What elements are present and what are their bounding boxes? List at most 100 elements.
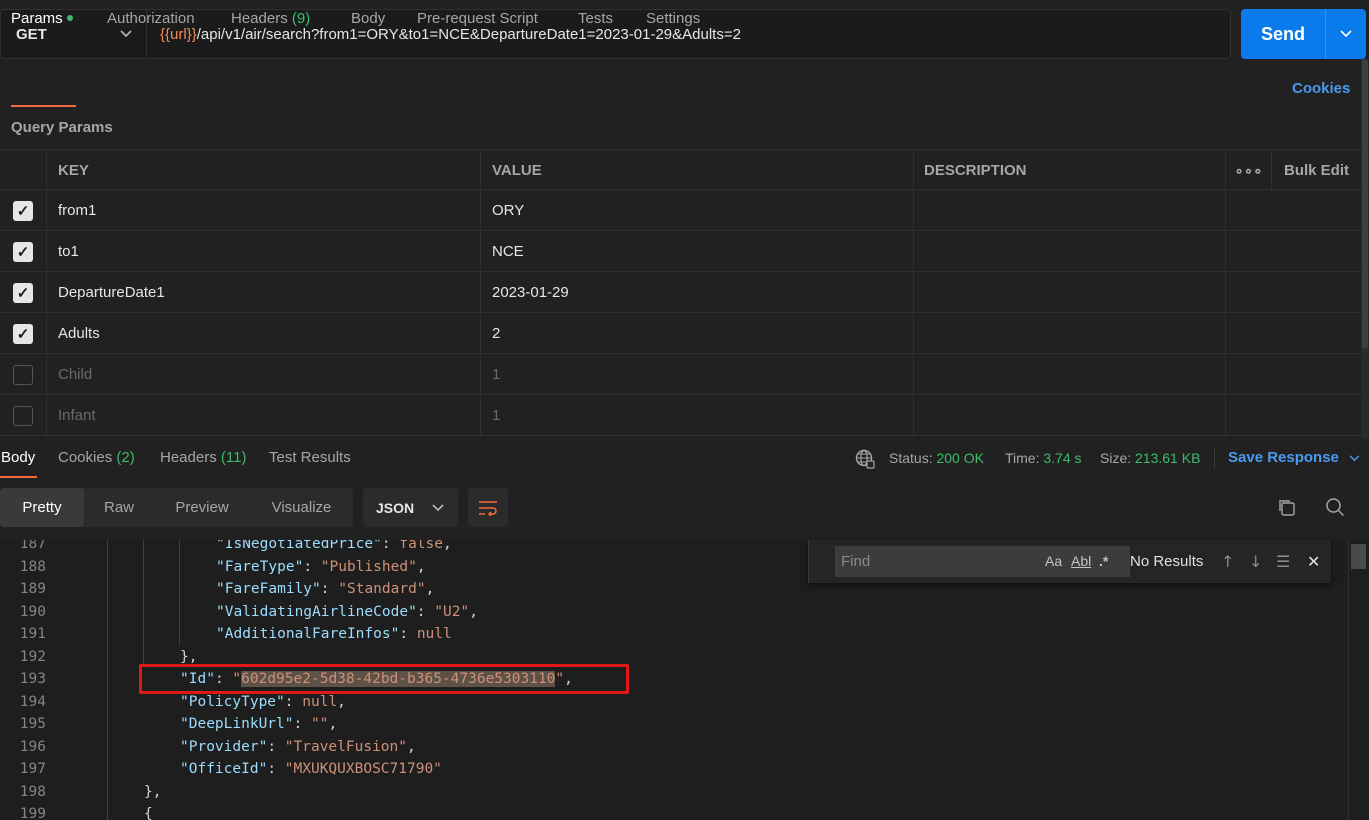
code-punct: }, (180, 648, 198, 665)
param-checkbox[interactable] (13, 364, 33, 385)
search-icon[interactable] (1325, 497, 1345, 517)
param-checkbox[interactable]: ✓ (13, 323, 33, 344)
view-visualize[interactable]: Visualize (250, 488, 353, 527)
response-tab-body[interactable]: Body (1, 438, 35, 478)
tab-settings[interactable]: Settings (646, 0, 700, 38)
response-tab-cookies[interactable]: Cookies (2) (58, 438, 135, 478)
globe-icon[interactable] (855, 449, 875, 469)
param-description[interactable] (914, 395, 1226, 436)
line-number: 190 (19, 603, 46, 620)
format-label: JSON (376, 499, 415, 516)
code-text: "ValidatingAirlineCode": "U2", (216, 603, 478, 620)
code-text: { (144, 803, 153, 820)
code-text: "Provider": "TravelFusion", (180, 738, 416, 755)
response-tab-headers[interactable]: Headers (11) (160, 438, 246, 478)
json-key: DeepLinkUrl (188, 716, 285, 732)
json-key: AdditionalFareInfos (224, 626, 391, 642)
match-case-icon[interactable]: Aa (1045, 546, 1062, 577)
json-key: OfficeId (188, 761, 259, 777)
params-indicator-dot (66, 15, 73, 22)
format-select[interactable]: JSON (363, 488, 458, 527)
time-indicator: Time: 3.74 s (1005, 438, 1082, 478)
view-pretty[interactable]: Pretty (0, 488, 84, 527)
find-widget: Find Aa Abl .* No Results ↑ ↓ ☰ ✕ (808, 540, 1331, 583)
param-description[interactable] (914, 231, 1226, 272)
wrap-lines-icon (479, 500, 497, 516)
whole-word-icon[interactable]: Abl (1071, 546, 1091, 577)
view-raw[interactable]: Raw (84, 488, 154, 527)
param-checkbox[interactable]: ✓ (13, 200, 33, 221)
param-key[interactable]: from1 (47, 190, 481, 231)
scrollbar-thumb[interactable] (1362, 59, 1368, 349)
tab-headers[interactable]: Headers (9) (231, 0, 310, 38)
param-value[interactable]: 1 (481, 354, 914, 395)
cookies-link[interactable]: Cookies (1292, 70, 1350, 108)
json-value: false (399, 540, 443, 552)
regex-icon[interactable]: .* (1099, 546, 1108, 577)
param-description[interactable] (914, 313, 1226, 354)
response-tab-test-results[interactable]: Test Results (269, 438, 351, 478)
json-value: "Standard" (338, 581, 426, 597)
code-line: 197 "OfficeId": "MXUKQUXBOSC71790" (0, 758, 1348, 781)
param-key[interactable]: Infant (47, 395, 481, 436)
tab-prerequest-script[interactable]: Pre-request Script (417, 0, 538, 38)
code-line: 199 { (0, 803, 1348, 820)
tab-tests[interactable]: Tests (578, 0, 613, 38)
param-description[interactable] (914, 272, 1226, 313)
header-description: DESCRIPTION (914, 150, 1226, 191)
params-scrollbar[interactable] (1361, 59, 1369, 439)
arrow-up-icon[interactable]: ↑ (1221, 540, 1234, 583)
highlight-annotation-box (139, 664, 629, 694)
param-key[interactable]: DepartureDate1 (47, 272, 481, 313)
json-value: "TravelFusion" (284, 738, 407, 755)
line-number: 198 (19, 783, 46, 800)
view-preview[interactable]: Preview (154, 488, 250, 527)
param-description[interactable] (914, 354, 1226, 395)
active-tab-indicator (11, 105, 76, 107)
wrap-lines-button[interactable] (468, 488, 508, 527)
param-checkbox[interactable]: ✓ (13, 282, 33, 303)
json-value: "U2" (434, 603, 470, 620)
param-key[interactable]: to1 (47, 231, 481, 272)
param-value[interactable]: 2023-01-29 (481, 272, 914, 313)
copy-icon[interactable] (1277, 498, 1296, 517)
param-checkbox[interactable]: ✓ (13, 241, 33, 262)
tab-params[interactable]: Params (11, 0, 73, 38)
bulk-edit-button[interactable]: Bulk Edit (1272, 150, 1361, 191)
param-checkbox[interactable] (13, 405, 33, 426)
param-value[interactable]: ORY (481, 190, 914, 231)
save-response-button[interactable]: Save Response (1228, 438, 1360, 478)
close-icon[interactable]: ✕ (1307, 540, 1320, 583)
query-params-title: Query Params (11, 119, 113, 136)
json-key: FareFamily (224, 581, 313, 597)
param-key[interactable]: Adults (47, 313, 481, 354)
code-line: 191 "AdditionalFareInfos": null (0, 623, 1348, 646)
send-button[interactable]: Send (1241, 9, 1366, 59)
code-line: 190 "ValidatingAirlineCode": "U2", (0, 601, 1348, 624)
table-row: Child 1 (0, 354, 1361, 395)
find-in-selection-icon[interactable]: ☰ (1276, 540, 1290, 583)
tab-authorization[interactable]: Authorization (107, 0, 195, 38)
send-dropdown[interactable] (1325, 9, 1366, 59)
line-number: 192 (19, 648, 46, 665)
table-row: Infant 1 (0, 395, 1361, 436)
response-tab-cookies-count: (2) (116, 449, 135, 466)
size-label: Size: (1100, 450, 1132, 466)
arrow-down-icon[interactable]: ↓ (1249, 540, 1262, 583)
chevron-down-icon (432, 503, 444, 511)
time-label: Time: (1005, 450, 1040, 466)
param-key[interactable]: Child (47, 354, 481, 395)
row-checkbox-cell: ✓ (0, 272, 47, 313)
param-value[interactable]: NCE (481, 231, 914, 272)
editor-scrollbar-thumb[interactable] (1351, 544, 1366, 569)
code-text: }, (144, 781, 161, 804)
editor-scrollbar[interactable] (1348, 540, 1369, 820)
param-description[interactable] (914, 190, 1226, 231)
line-number: 196 (19, 738, 46, 755)
param-value[interactable]: 2 (481, 313, 914, 354)
find-results: No Results (1130, 553, 1204, 570)
tab-body[interactable]: Body (351, 0, 385, 38)
param-value[interactable]: 1 (481, 395, 914, 436)
more-options-icon[interactable]: ∘∘∘ (1226, 150, 1272, 191)
response-tab-headers-label: Headers (160, 449, 217, 466)
